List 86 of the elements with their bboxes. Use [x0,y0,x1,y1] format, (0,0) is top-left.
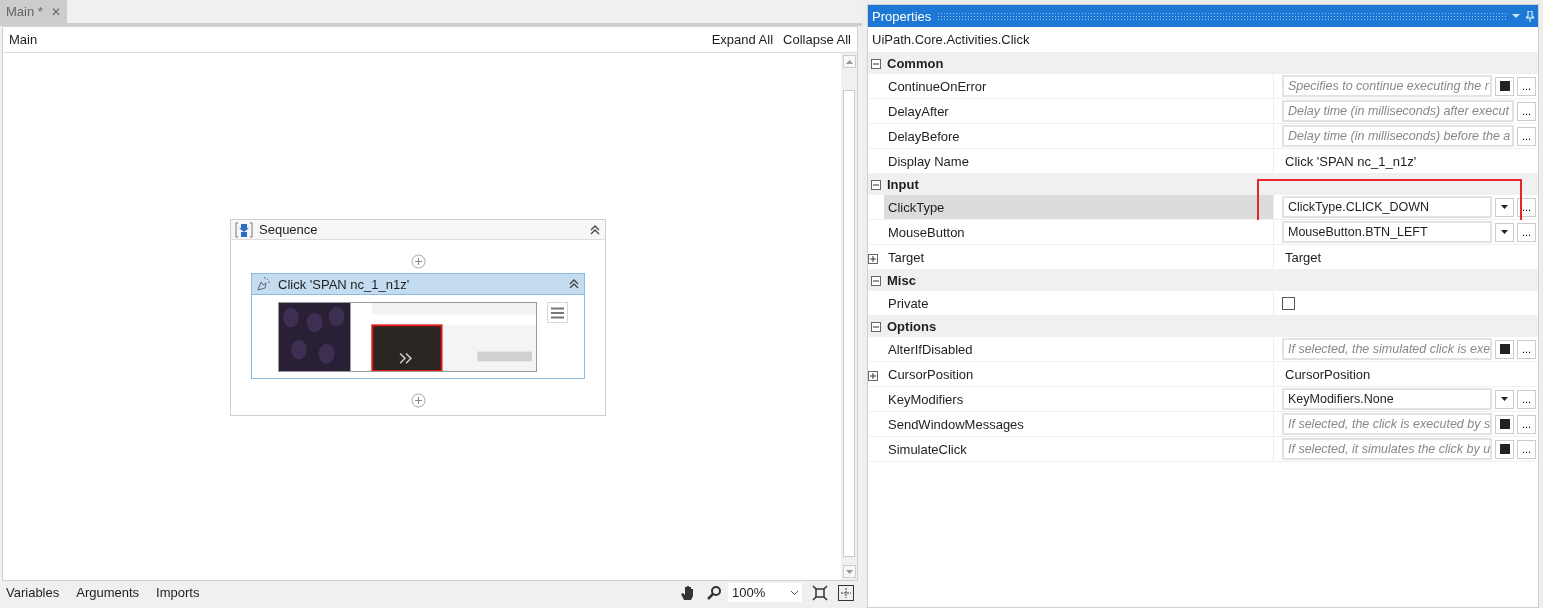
more-button[interactable]: ... [1517,222,1536,242]
more-button[interactable]: ... [1517,414,1536,434]
plus-icon [870,372,876,379]
category-label: Input [887,177,919,192]
minus-icon [873,277,879,284]
checkbox[interactable] [1282,296,1295,310]
chevron-icon [791,590,798,595]
close-icon[interactable]: ✕ [50,4,61,19]
toggle-button[interactable] [1495,76,1514,96]
toggle-button[interactable] [1495,439,1514,459]
property-dropdown[interactable]: MouseButton.BTN_LEFT [1282,221,1492,243]
minus-icon [873,181,879,188]
menu-icon [551,306,564,319]
collapse-icon[interactable] [589,223,601,236]
square-icon [1499,344,1510,354]
square-icon [1499,444,1510,454]
category-label: Misc [887,273,916,288]
breadcrumb[interactable]: Main [9,32,38,47]
collapse-toggle[interactable] [871,58,881,69]
panel-tab[interactable]: Imports [156,585,200,600]
more-button[interactable]: ... [1517,126,1536,146]
sequence-title: Sequence [259,222,318,237]
collapse-toggle[interactable] [871,321,881,332]
more-button[interactable]: ... [1517,389,1536,409]
click-activity[interactable]: Click 'SPAN nc_1_n1z' [251,273,585,379]
property-value: CursorPosition [1284,366,1371,382]
property-value: Click 'SPAN nc_1_n1z' [1284,153,1417,169]
menu-button[interactable] [547,302,568,323]
expand-all-link[interactable]: Expand All [711,32,774,47]
toggle-button[interactable] [1495,339,1514,359]
property-dropdown[interactable]: KeyModifiers.None [1282,388,1492,410]
property-name[interactable]: ClickType [884,195,1274,219]
zoom-select[interactable]: 100% [728,583,802,602]
dropdown-button[interactable] [1495,222,1514,242]
collapse-all-link[interactable]: Collapse All [783,32,851,47]
caret-icon [1501,205,1508,209]
property-field[interactable]: Specifies to continue executing the r [1282,75,1492,97]
collapse-icon[interactable] [568,278,580,290]
property-field[interactable]: Delay time (in milliseconds) after execut [1282,100,1514,122]
collapse-toggle[interactable] [871,179,881,190]
overview-icon[interactable] [838,584,854,601]
panel-tab[interactable]: Variables [6,585,60,600]
minus-icon [873,60,879,67]
panel-title: Properties [872,8,932,24]
up-arrow-icon[interactable] [845,59,853,64]
minus-icon [873,323,879,330]
more-button[interactable]: ... [1517,76,1536,96]
property-field[interactable]: Delay time (in milliseconds) before the a [1282,125,1514,147]
property-field[interactable]: If selected, the click is executed by s [1282,413,1492,435]
collapse-toggle[interactable] [871,275,881,286]
document-tab[interactable]: Main * ✕ [0,0,67,23]
scrollbar[interactable] [841,53,857,580]
dropdown-icon[interactable] [1512,13,1520,19]
activity-title: Click 'SPAN nc_1_n1z' [278,276,410,292]
property-value: Target [1284,249,1322,265]
cursor-click-icon [256,276,272,292]
square-icon [1499,81,1510,91]
pin-icon[interactable] [1526,10,1534,22]
caret-icon [1501,397,1508,401]
more-button[interactable]: ... [1517,101,1536,121]
caret-icon [1501,230,1508,234]
dropdown-button[interactable] [1495,197,1514,217]
panel-tab[interactable]: Arguments [76,585,140,600]
more-button[interactable]: ... [1517,339,1536,359]
expand-toggle[interactable] [868,370,878,381]
category-label: Options [887,319,937,334]
add-icon[interactable] [410,393,426,408]
property-field[interactable]: If selected, the simulated click is exe [1282,338,1492,360]
dropdown-button[interactable] [1495,389,1514,409]
toggle-button[interactable] [1495,414,1514,434]
category-label: Common [887,56,944,71]
sequence-container[interactable]: Sequence Click 'SPAN nc_1_n1z' [230,219,606,416]
more-button[interactable]: ... [1517,439,1536,459]
expand-toggle[interactable] [868,253,878,264]
square-icon [1499,419,1510,429]
down-arrow-icon[interactable] [845,569,853,574]
plus-icon [870,255,876,262]
fit-screen-icon[interactable] [812,584,828,601]
activity-type: UiPath.Core.Activities.Click [872,32,1030,47]
add-icon[interactable] [410,254,426,269]
zoom-icon[interactable] [706,584,722,601]
hand-icon[interactable] [680,584,696,601]
tab-label: Main * [6,4,43,19]
sequence-icon [235,221,253,238]
property-field[interactable]: If selected, it simulates the click by u [1282,438,1492,460]
property-dropdown[interactable]: ClickType.CLICK_DOWN [1282,196,1492,218]
